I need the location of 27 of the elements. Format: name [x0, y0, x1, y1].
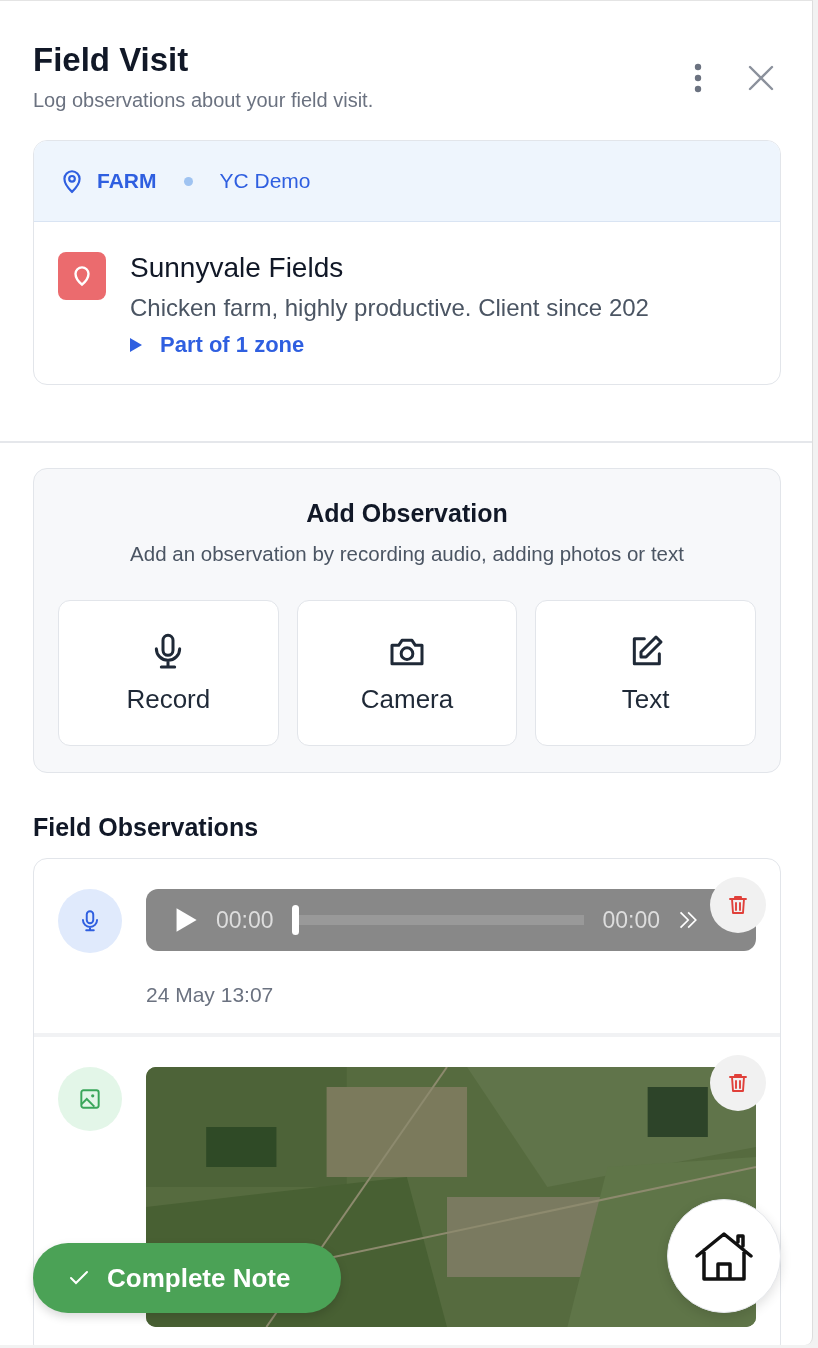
farm-pin-icon	[58, 252, 106, 300]
delete-button[interactable]	[710, 1055, 766, 1111]
play-icon[interactable]	[174, 907, 198, 933]
camera-button[interactable]: Camera	[296, 600, 518, 746]
location-description: Chicken farm, highly productive. Client since 202	[130, 294, 649, 322]
more-options-icon[interactable]	[694, 63, 702, 93]
delete-button[interactable]	[710, 877, 766, 933]
trash-icon	[726, 1071, 750, 1095]
close-icon[interactable]	[748, 65, 774, 91]
elapsed-time: 00:00	[216, 906, 274, 934]
duration-time: 00:00	[602, 906, 660, 934]
home-icon	[694, 1230, 754, 1282]
record-button[interactable]: Record	[58, 600, 279, 746]
section-title: Add Observation	[305, 499, 509, 528]
separator-dot	[183, 176, 193, 186]
location-type: FARM	[97, 169, 157, 193]
panel-subtitle: Log observations about your field visit.	[33, 89, 375, 112]
project-name: YC Demo	[219, 169, 311, 193]
seek-thumb[interactable]	[291, 905, 299, 935]
timestamp: 24 May 13:07	[146, 983, 275, 1007]
location-name: Sunnyvale Fields	[130, 252, 345, 284]
section-title: Field Observations	[33, 813, 260, 842]
trash-icon	[726, 893, 750, 917]
panel-title: Field Visit	[33, 41, 190, 79]
text-button[interactable]: Text	[535, 600, 756, 746]
zones-toggle[interactable]: Part of 1 zone	[130, 332, 305, 358]
section-subtitle: Add an observation by recording audio, adding photos or text	[129, 542, 685, 566]
